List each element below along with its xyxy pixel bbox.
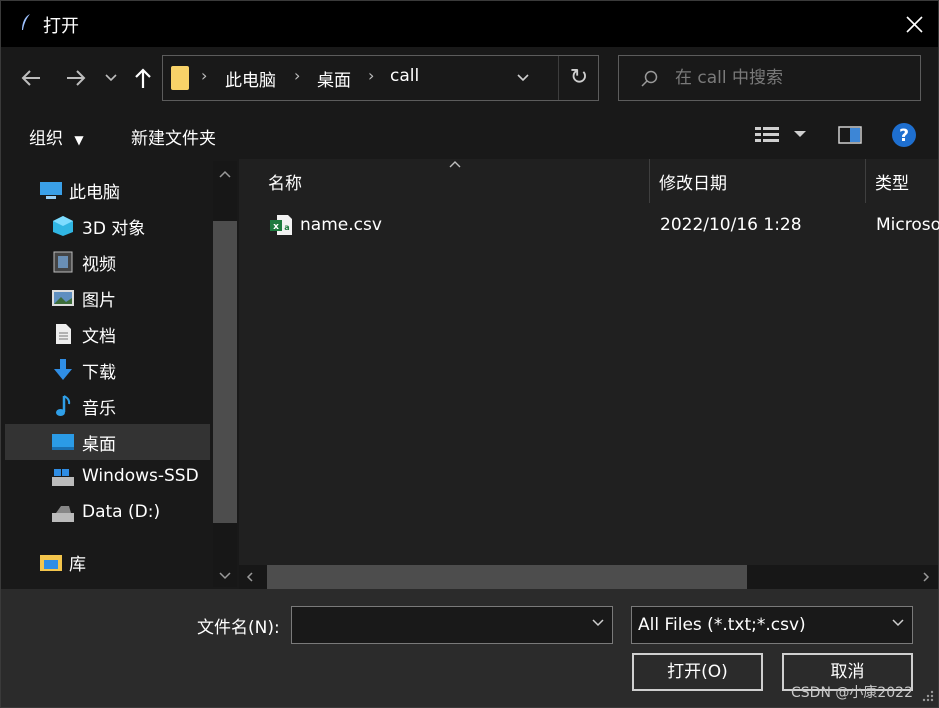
help-icon[interactable]: ? bbox=[891, 122, 917, 148]
sidebar-scrollbar[interactable] bbox=[213, 161, 237, 587]
open-file-dialog: 打开 › 此电脑 › 桌面 › call ↻ 在 call 中搜索 组织 ▼ 新… bbox=[0, 0, 939, 708]
chevron-right-icon: › bbox=[201, 66, 208, 85]
sidebar-item-data-d[interactable]: Data (D:) bbox=[5, 496, 210, 532]
arrow-left-icon[interactable] bbox=[18, 65, 44, 91]
sidebar-item-label: Windows-SSD bbox=[82, 466, 199, 486]
chevron-right-icon: › bbox=[294, 66, 301, 85]
file-type: Microso bbox=[876, 215, 939, 235]
picture-icon bbox=[52, 290, 74, 306]
new-folder-button[interactable]: 新建文件夹 bbox=[131, 124, 216, 149]
column-divider[interactable] bbox=[865, 159, 866, 203]
scroll-down-icon[interactable] bbox=[213, 569, 237, 583]
drive-icon bbox=[52, 506, 74, 522]
download-icon bbox=[54, 359, 72, 380]
file-name: name.csv bbox=[300, 215, 382, 235]
sidebar-item-label: 库 bbox=[69, 555, 86, 575]
sidebar-item-label: 下载 bbox=[82, 363, 116, 383]
organize-button[interactable]: 组织 ▼ bbox=[29, 124, 84, 149]
address-bar[interactable]: › 此电脑 › 桌面 › call ↻ bbox=[162, 55, 599, 101]
svg-text:x: x bbox=[273, 222, 279, 232]
arrow-right-icon[interactable] bbox=[63, 65, 89, 91]
sidebar-item-documents[interactable]: 文档 bbox=[5, 316, 210, 352]
scroll-left-icon[interactable] bbox=[243, 570, 257, 584]
refresh-icon[interactable]: ↻ bbox=[558, 56, 599, 100]
column-divider[interactable] bbox=[649, 159, 650, 203]
horizontal-scrollbar[interactable] bbox=[239, 565, 938, 589]
sidebar-item-videos[interactable]: 视频 bbox=[5, 244, 210, 280]
column-header-name[interactable]: 名称 bbox=[268, 169, 302, 194]
desktop-icon bbox=[52, 434, 74, 450]
search-input[interactable] bbox=[675, 56, 915, 100]
view-details-icon[interactable] bbox=[755, 126, 807, 144]
search-icon bbox=[641, 70, 658, 87]
document-icon bbox=[56, 324, 71, 344]
sidebar-item-this-pc[interactable]: 此电脑 bbox=[5, 172, 210, 208]
preview-pane-icon[interactable] bbox=[838, 125, 862, 145]
watermark-text: CSDN @小康2022 bbox=[791, 685, 913, 701]
breadcrumb-desktop[interactable]: 桌面 bbox=[317, 66, 351, 91]
sidebar-item-label: 文档 bbox=[82, 327, 116, 347]
sidebar-item-label: 图片 bbox=[82, 291, 116, 311]
music-icon bbox=[56, 395, 71, 416]
library-icon bbox=[40, 555, 62, 571]
dialog-footer: 文件名(N): All Files (*.txt;*.csv) 打开(O) 取消… bbox=[1, 589, 938, 707]
sort-ascending-icon bbox=[449, 161, 461, 168]
chevron-right-icon: › bbox=[368, 66, 375, 85]
folder-icon bbox=[171, 66, 189, 90]
organize-label: 组织 bbox=[29, 129, 63, 149]
scroll-right-icon[interactable] bbox=[919, 570, 933, 584]
sidebar-item-downloads[interactable]: 下载 bbox=[5, 352, 210, 388]
sidebar-item-label: Data (D:) bbox=[82, 502, 161, 522]
search-box[interactable] bbox=[618, 55, 921, 101]
open-button[interactable]: 打开(O) bbox=[632, 653, 763, 691]
sidebar-item-label: 桌面 bbox=[82, 435, 116, 455]
column-header-date[interactable]: 修改日期 bbox=[659, 169, 727, 194]
caret-down-icon: ▼ bbox=[74, 133, 84, 147]
scroll-up-icon[interactable] bbox=[213, 167, 237, 181]
sidebar-item-libraries[interactable]: 库 bbox=[5, 544, 210, 580]
chevron-down-icon[interactable] bbox=[515, 70, 531, 86]
close-icon[interactable] bbox=[897, 9, 931, 39]
sidebar-item-music[interactable]: 音乐 bbox=[5, 388, 210, 424]
sidebar-item-desktop[interactable]: 桌面 bbox=[5, 424, 210, 460]
window-title: 打开 bbox=[43, 16, 79, 37]
scrollbar-thumb[interactable] bbox=[267, 565, 747, 589]
sidebar-item-label: 音乐 bbox=[82, 399, 116, 419]
resize-grip-icon[interactable] bbox=[919, 687, 935, 703]
arrow-up-icon[interactable] bbox=[130, 65, 156, 91]
sidebar-item-label: 视频 bbox=[82, 255, 116, 275]
file-date: 2022/10/16 1:28 bbox=[660, 215, 802, 235]
chevron-down-icon[interactable] bbox=[102, 65, 120, 91]
scrollbar-thumb[interactable] bbox=[213, 221, 237, 523]
chevron-down-icon[interactable] bbox=[890, 615, 906, 631]
filename-label: 文件名(N): bbox=[197, 618, 280, 638]
title-bar: 打开 bbox=[1, 1, 938, 47]
table-row[interactable]: x a name.csv 2022/10/16 1:28 Microso bbox=[261, 209, 939, 243]
column-header-type[interactable]: 类型 bbox=[875, 169, 909, 194]
filename-input[interactable] bbox=[298, 607, 578, 643]
filetype-select[interactable]: All Files (*.txt;*.csv) bbox=[631, 606, 913, 644]
command-toolbar: 组织 ▼ 新建文件夹 ? bbox=[1, 111, 938, 159]
video-icon bbox=[53, 251, 73, 273]
filetype-value: All Files (*.txt;*.csv) bbox=[638, 615, 806, 635]
feather-icon bbox=[22, 14, 30, 30]
chevron-down-icon[interactable] bbox=[590, 615, 606, 631]
sidebar-item-label: 3D 对象 bbox=[82, 219, 146, 239]
svg-text:a: a bbox=[284, 223, 289, 232]
navigation-bar: › 此电脑 › 桌面 › call ↻ bbox=[1, 47, 938, 111]
drive-icon bbox=[52, 469, 74, 486]
excel-csv-icon: x a bbox=[270, 215, 292, 235]
sidebar-item-3d-objects[interactable]: 3D 对象 bbox=[5, 208, 210, 244]
breadcrumb-this-pc[interactable]: 此电脑 bbox=[225, 66, 276, 91]
sidebar-item-windows-ssd[interactable]: Windows-SSD bbox=[5, 460, 210, 496]
navigation-pane: 此电脑 3D 对象 视频 图片 文档 下载 音乐 桌面 Windows-SSD … bbox=[1, 159, 238, 589]
filename-combobox[interactable] bbox=[291, 606, 613, 644]
cube-icon bbox=[53, 216, 73, 236]
breadcrumb-call[interactable]: call bbox=[390, 66, 419, 86]
sidebar-item-pictures[interactable]: 图片 bbox=[5, 280, 210, 316]
file-list: 名称 修改日期 类型 x a name.csv 2022/10/16 1:28 … bbox=[239, 159, 939, 589]
svg-text:?: ? bbox=[899, 126, 909, 146]
computer-icon bbox=[40, 182, 62, 199]
sidebar-item-label: 此电脑 bbox=[69, 183, 120, 203]
